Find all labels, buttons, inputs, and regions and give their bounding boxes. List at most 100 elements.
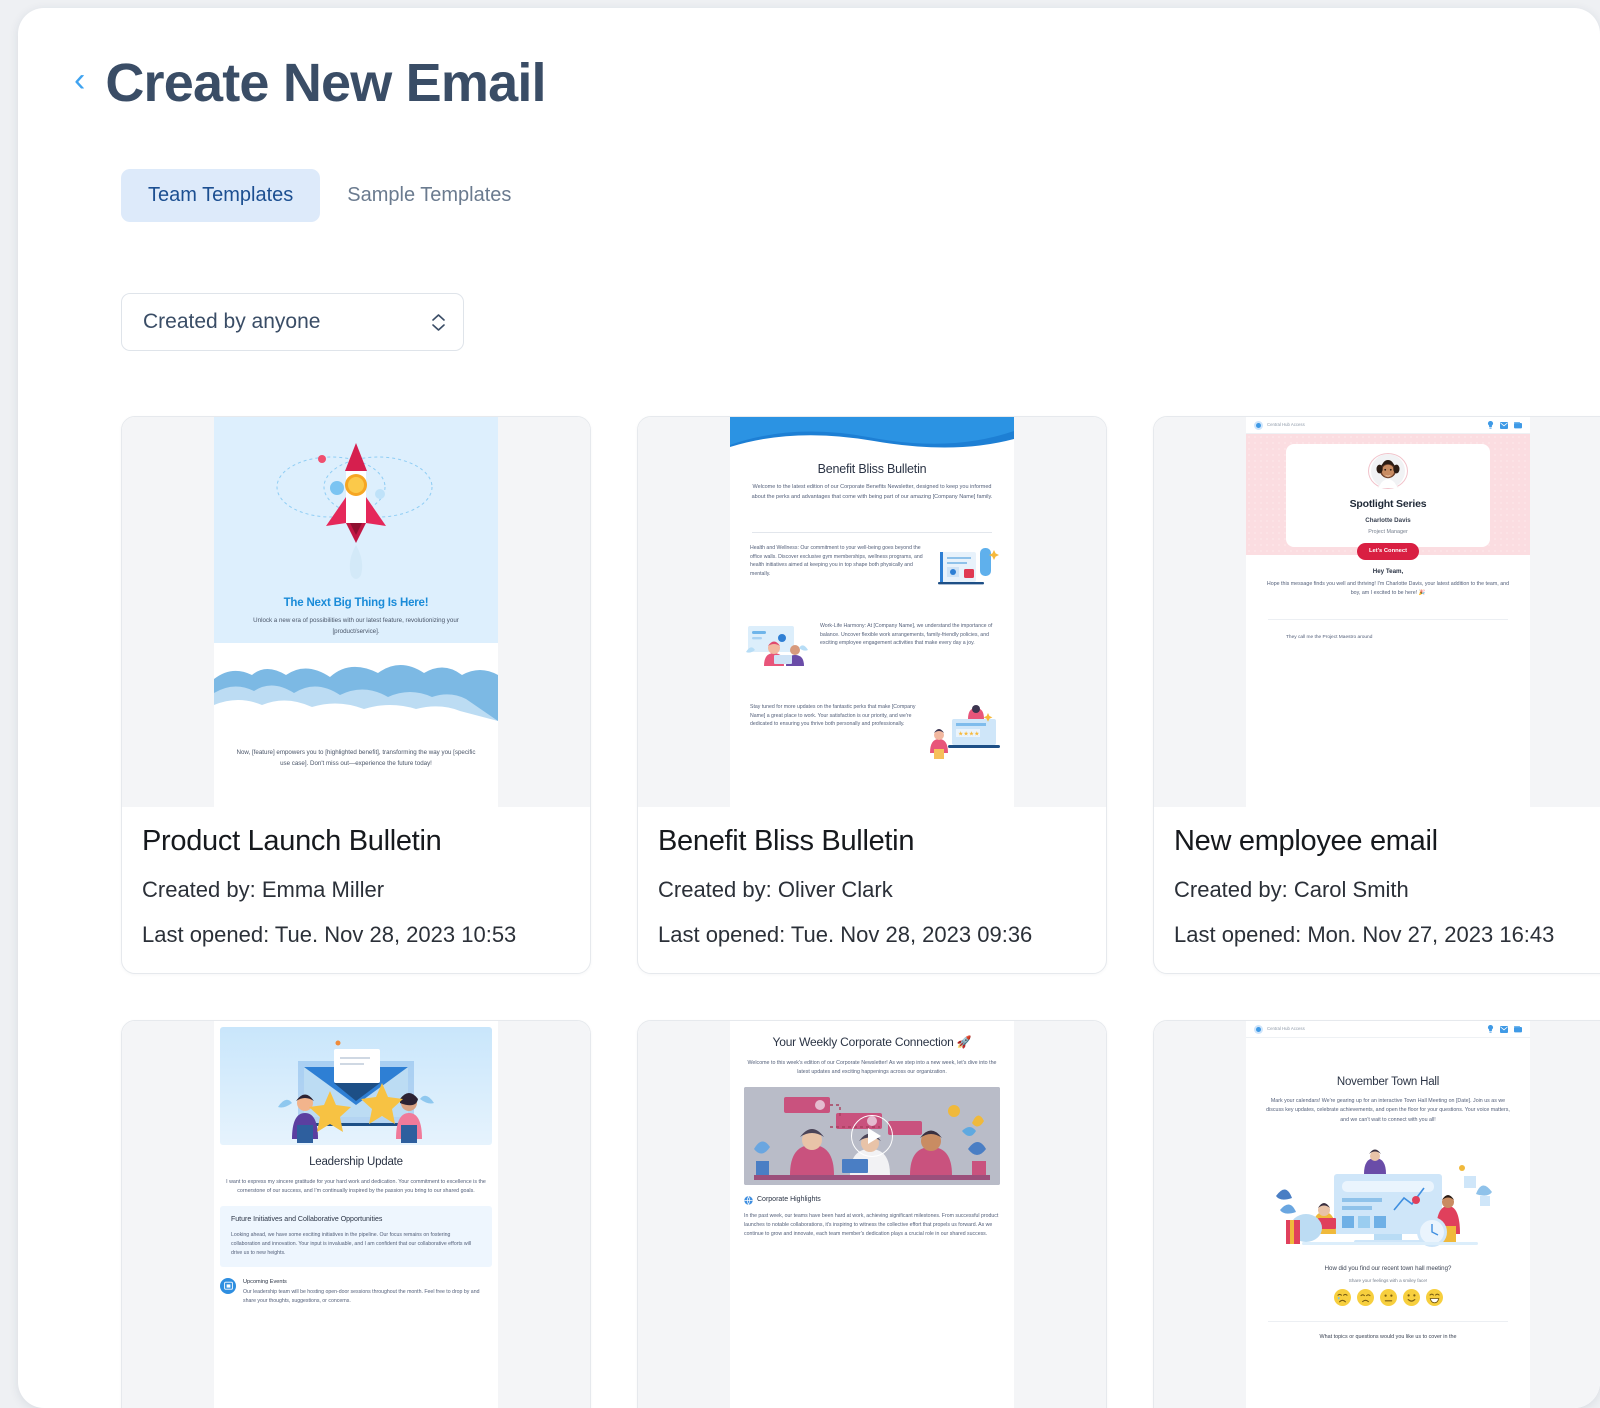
page-header: ‹ Create New Email: [74, 53, 547, 113]
filter-area: Created by anyone: [121, 293, 464, 351]
preview-intro: Mark your calendars! We're gearing up fo…: [1266, 1098, 1510, 1123]
avatar: [1368, 453, 1408, 489]
created-by-select[interactable]: Created by anyone: [121, 293, 464, 351]
wave-header-graphic: [730, 417, 1014, 451]
tab-sample-templates[interactable]: Sample Templates: [320, 169, 538, 222]
preview-subtitle: Unlock a new era of possibilities with o…: [253, 617, 459, 635]
emoji-smile-icon[interactable]: [1402, 1289, 1420, 1306]
created-by-value: Created by anyone: [143, 310, 321, 333]
video-thumbnail[interactable]: [744, 1087, 1000, 1186]
preview-heading: The Next Big Thing Is Here!: [283, 597, 429, 609]
card-last-opened: Last opened: Tue. Nov 28, 2023 10:53: [142, 922, 517, 948]
hub-toolbar: Central Hub Access: [1246, 1021, 1530, 1038]
email-preview: Central Hub Access November Town Hall Ma…: [1246, 1021, 1530, 1408]
template-thumbnail: Leadership Update I want to express my s…: [122, 1021, 590, 1408]
preview-body: Hope this message finds you well and thr…: [1266, 581, 1510, 596]
email-preview: Benefit Bliss Bulletin Welcome to the la…: [730, 417, 1014, 807]
divider: [752, 532, 992, 533]
preview-section-text: Work-Life Harmony: At [Company Name], we…: [820, 623, 993, 647]
events-body: Our leadership team will be hosting open…: [243, 1289, 480, 1304]
template-grid: The Next Big Thing Is Here! Unlock a new…: [121, 416, 1600, 1408]
feedback-question-sub: Share your feelings with a smiley face!: [1348, 1278, 1428, 1283]
preview-intro: I want to express my sincere gratitude f…: [226, 1178, 486, 1195]
spotlight-person-name: Charlotte Davis: [1365, 517, 1411, 525]
preview-heading: Leadership Update: [309, 1156, 403, 1168]
bulb-icon: [1487, 421, 1494, 429]
worklife-illustration: [744, 622, 812, 671]
preview-section: Health and Wellness: Our commitment to y…: [750, 544, 1000, 595]
leadership-illustration: [220, 1027, 492, 1145]
template-card[interactable]: Your Weekly Corporate Connection 🚀 Welco…: [637, 1020, 1107, 1408]
emoji-crying-icon[interactable]: [1333, 1289, 1351, 1306]
template-card[interactable]: Benefit Bliss Bulletin Welcome to the la…: [637, 416, 1107, 974]
card-last-opened: Last opened: Tue. Nov 28, 2023 09:36: [658, 922, 1033, 948]
preview-section: Work-Life Harmony: At [Company Name], we…: [744, 622, 994, 671]
emoji-sad-icon[interactable]: [1356, 1289, 1374, 1306]
page-title: Create New Email: [105, 53, 546, 113]
template-thumbnail: Your Weekly Corporate Connection 🚀 Welco…: [638, 1021, 1106, 1408]
preview-heading: Your Weekly Corporate Connection 🚀: [772, 1035, 972, 1049]
svg-text:★★★★: ★★★★: [958, 731, 980, 738]
card-created-by: Created by: Emma Miller: [142, 877, 385, 903]
emoji-rating-row[interactable]: [1246, 1289, 1530, 1306]
preview-section-text: Stay tuned for more updates on the fanta…: [750, 704, 916, 728]
emoji-neutral-icon[interactable]: [1379, 1289, 1397, 1306]
feedback-question: How did you find our recent town hall me…: [1324, 1265, 1452, 1272]
template-tabs: Team Templates Sample Templates: [121, 169, 538, 222]
template-card[interactable]: Leadership Update I want to express my s…: [121, 1020, 591, 1408]
preview-tagline: They call me the Project Maestro around: [1286, 635, 1373, 640]
highlights-header: Corporate Highlights: [744, 1195, 1000, 1206]
followup-question: What topics or questions would you like …: [1319, 1334, 1457, 1340]
card-title: New employee email: [1174, 825, 1438, 857]
globe-icon: [744, 1196, 753, 1205]
townhall-illustration: [1256, 1148, 1520, 1252]
card-body: Product Launch Bulletin Created by: Emma…: [122, 807, 590, 948]
card-body: New employee email Created by: Carol Smi…: [1154, 807, 1600, 948]
template-card[interactable]: Central Hub Access Spotlight Series Char…: [1153, 416, 1600, 974]
preview-greeting: Hey Team,: [1372, 568, 1404, 575]
highlights-title: Corporate Highlights: [757, 1196, 821, 1204]
preview-highlight-box: Future Initiatives and Collaborative Opp…: [220, 1206, 492, 1267]
box-body: Looking ahead, we have some exciting ini…: [231, 1232, 472, 1256]
calendar-icon: [220, 1277, 236, 1294]
play-button-icon[interactable]: [851, 1115, 893, 1158]
email-preview: Central Hub Access Spotlight Series Char…: [1246, 417, 1530, 807]
card-title: Product Launch Bulletin: [142, 825, 442, 857]
divider: [1268, 1321, 1508, 1322]
mail-icon: [1500, 1025, 1508, 1033]
template-thumbnail: Central Hub Access Spotlight Series Char…: [1154, 417, 1600, 807]
mail-icon: [1500, 421, 1508, 429]
hub-icon-group: [1487, 1025, 1522, 1033]
back-button[interactable]: ‹: [74, 63, 85, 97]
preview-heading: November Town Hall: [1336, 1076, 1440, 1088]
inbox-icon: [1514, 421, 1522, 428]
divider: [1268, 619, 1508, 620]
card-created-by: Created by: Oliver Clark: [658, 877, 893, 903]
template-card[interactable]: Central Hub Access November Town Hall Ma…: [1153, 1020, 1600, 1408]
preview-footer: Now, [feature] empowers you to [highligh…: [236, 749, 476, 768]
chevron-up-down-icon: [432, 313, 445, 331]
highlights-body: In the past week, our teams have been ha…: [744, 1212, 999, 1237]
rocket-illustration: [214, 431, 498, 579]
bulb-icon: [1487, 1025, 1494, 1033]
wellness-illustration: [936, 544, 1000, 595]
emoji-grin-icon[interactable]: [1425, 1289, 1443, 1306]
hub-name: Central Hub Access: [1267, 421, 1305, 427]
preview-heading: Benefit Bliss Bulletin: [817, 462, 927, 476]
upcoming-events-block: Upcoming Events Our leadership team will…: [220, 1277, 492, 1306]
spotlight-person-role: Project Manager: [1368, 528, 1408, 535]
hub-logo-icon: [1254, 1024, 1263, 1034]
events-title: Upcoming Events: [243, 1278, 287, 1285]
email-preview: The Next Big Thing Is Here! Unlock a new…: [214, 417, 498, 807]
card-last-opened: Last opened: Mon. Nov 27, 2023 16:43: [1174, 922, 1555, 948]
email-preview: Leadership Update I want to express my s…: [214, 1021, 498, 1408]
preview-intro: Welcome to the latest edition of our Cor…: [751, 484, 993, 500]
satisfaction-illustration: ★★★★: [926, 703, 1002, 762]
preview-section: Stay tuned for more updates on the fanta…: [750, 703, 1002, 762]
template-card[interactable]: The Next Big Thing Is Here! Unlock a new…: [121, 416, 591, 974]
template-thumbnail: Benefit Bliss Bulletin Welcome to the la…: [638, 417, 1106, 807]
tab-team-templates[interactable]: Team Templates: [121, 169, 321, 222]
lets-connect-button[interactable]: Let's Connect: [1356, 543, 1420, 561]
hub-name: Central Hub Access: [1267, 1025, 1305, 1031]
inbox-icon: [1514, 1025, 1522, 1032]
